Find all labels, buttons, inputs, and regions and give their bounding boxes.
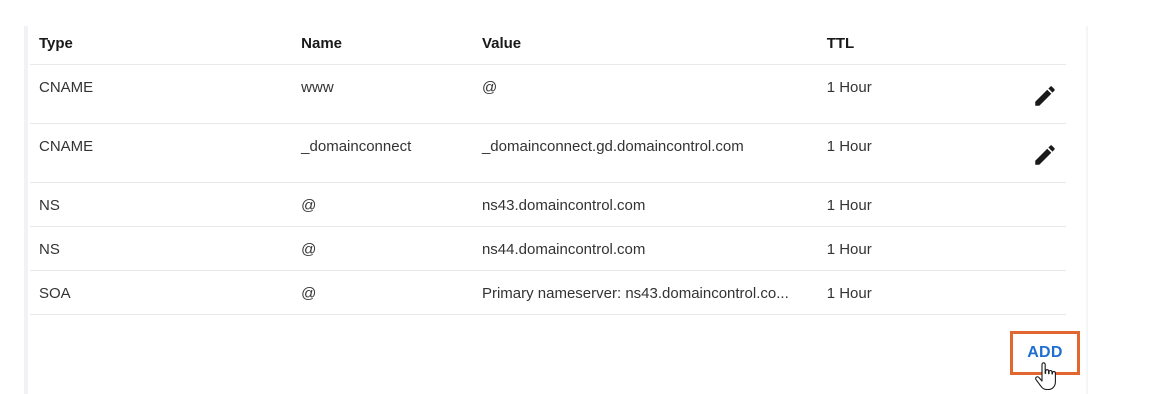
- cell-name: @: [301, 285, 317, 302]
- column-header-type: Type: [39, 35, 73, 52]
- cell-ttl: 1 Hour: [826, 138, 872, 155]
- cell-actions: [958, 227, 1066, 271]
- cell-name: @: [301, 241, 317, 258]
- cell-ttl: 1 Hour: [826, 285, 872, 302]
- cell-name: www: [301, 79, 334, 96]
- table-row: CNAME www @ 1 Hour: [30, 65, 1066, 124]
- cell-type: CNAME: [39, 79, 94, 96]
- table-row: SOA @ Primary nameserver: ns43.domaincon…: [30, 271, 1066, 315]
- cell-name: @: [301, 197, 317, 214]
- dns-records-table: Type Name Value TTL CNAME www @ 1 Hour C…: [30, 26, 1066, 315]
- cell-actions: [958, 65, 1066, 124]
- pencil-icon[interactable]: [1032, 142, 1058, 168]
- table-row: NS @ ns44.domaincontrol.com 1 Hour: [30, 227, 1066, 271]
- pencil-icon[interactable]: [1032, 83, 1058, 109]
- cell-value: ns43.domaincontrol.com: [481, 197, 646, 214]
- cell-ttl: 1 Hour: [826, 241, 872, 258]
- cell-value: ns44.domaincontrol.com: [481, 241, 646, 258]
- column-header-value: Value: [481, 35, 522, 52]
- cell-name: _domainconnect: [301, 138, 412, 155]
- cell-actions: [958, 183, 1066, 227]
- cell-value: @: [481, 79, 498, 96]
- cell-value: Primary nameserver: ns43.domaincontrol.c…: [481, 285, 789, 302]
- column-header-ttl: TTL: [826, 35, 855, 52]
- cell-actions: [958, 271, 1066, 315]
- cell-ttl: 1 Hour: [826, 79, 872, 96]
- cell-ttl: 1 Hour: [826, 197, 872, 214]
- cell-type: CNAME: [39, 138, 94, 155]
- cell-type: NS: [39, 197, 60, 214]
- table-row: CNAME _domainconnect _domainconnect.gd.d…: [30, 124, 1066, 183]
- hand-pointer-icon: [1035, 362, 1056, 391]
- column-header-name: Name: [301, 35, 343, 52]
- column-header-actions: [958, 26, 1066, 65]
- cell-type: NS: [39, 241, 60, 258]
- cell-actions: [958, 124, 1066, 183]
- table-header-row: Type Name Value TTL: [30, 26, 1066, 65]
- cell-value: _domainconnect.gd.domaincontrol.com: [481, 138, 744, 155]
- table-row: NS @ ns43.domaincontrol.com 1 Hour: [30, 183, 1066, 227]
- cell-type: SOA: [39, 285, 71, 302]
